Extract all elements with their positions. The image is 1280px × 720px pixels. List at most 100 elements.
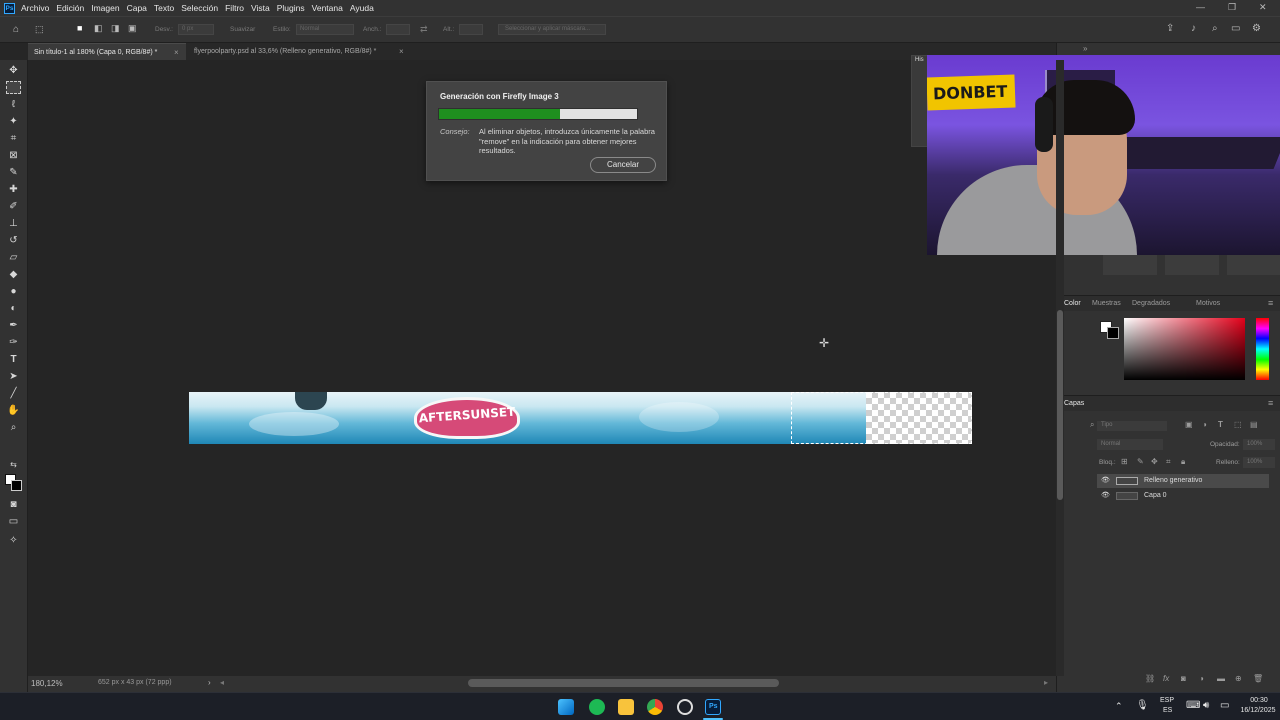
- file-explorer-icon[interactable]: [618, 699, 634, 715]
- gear-icon[interactable]: ⚙: [1252, 23, 1261, 34]
- language-top[interactable]: ESP: [1160, 697, 1174, 704]
- horizontal-scrollbar[interactable]: [468, 679, 779, 687]
- bell-icon[interactable]: ♪: [1191, 23, 1196, 34]
- lock-all-icon[interactable]: 🔒︎: [1181, 457, 1185, 467]
- type-tool-icon[interactable]: T: [6, 353, 21, 366]
- zoom-tool-icon[interactable]: ⌕: [6, 421, 21, 434]
- add-mask-icon[interactable]: ◙: [1181, 674, 1186, 683]
- microphone-icon[interactable]: 🎙︎: [1136, 700, 1149, 711]
- menu-plugins[interactable]: Plugins: [277, 3, 305, 13]
- subtract-selection-icon[interactable]: ◨: [111, 23, 120, 34]
- new-selection-icon[interactable]: ■: [77, 23, 82, 33]
- path-selection-tool-icon[interactable]: ➤: [6, 370, 21, 383]
- layer-row-relleno-generativo[interactable]: 👁︎ Relleno generativo: [1097, 474, 1269, 488]
- tab-color[interactable]: Color: [1064, 300, 1081, 307]
- windows-start-icon[interactable]: [558, 699, 574, 715]
- workspace-icon[interactable]: ▭: [1231, 23, 1240, 34]
- tab-sin-titulo[interactable]: Sin título-1 al 180% (Capa 0, RGB/8#) * …: [28, 43, 186, 60]
- hand-tool-icon[interactable]: ✋: [6, 404, 21, 417]
- scroll-thumb[interactable]: [1057, 310, 1063, 500]
- eyedropper-tool-icon[interactable]: ✎: [6, 166, 21, 179]
- cancel-button[interactable]: Cancelar: [590, 157, 656, 173]
- menu-seleccion[interactable]: Selección: [181, 3, 218, 13]
- lock-transparency-icon[interactable]: ⊞: [1121, 457, 1128, 466]
- add-selection-icon[interactable]: ◧: [94, 23, 103, 34]
- share-icon[interactable]: ⇪: [1166, 23, 1174, 34]
- clock-date[interactable]: 16/12/2025: [1238, 707, 1278, 714]
- menu-archivo[interactable]: Archivo: [21, 3, 49, 13]
- blur-tool-icon[interactable]: ●: [6, 285, 21, 298]
- home-icon[interactable]: ⌂: [13, 24, 19, 35]
- menu-texto[interactable]: Texto: [154, 3, 174, 13]
- close-window-icon[interactable]: ✕: [1259, 2, 1267, 13]
- blend-mode-select[interactable]: Normal: [1097, 439, 1163, 450]
- menu-capa[interactable]: Capa: [127, 3, 147, 13]
- search-icon[interactable]: ⌕: [1212, 23, 1218, 34]
- panel-icon-button[interactable]: [1227, 253, 1280, 275]
- width-input[interactable]: [386, 24, 410, 35]
- swap-colors-icon[interactable]: ⇆: [6, 458, 21, 471]
- filter-image-icon[interactable]: ▣: [1185, 420, 1193, 429]
- new-group-icon[interactable]: ▬: [1217, 674, 1225, 683]
- collapse-panels-icon[interactable]: »: [1083, 44, 1087, 53]
- hue-slider[interactable]: [1256, 318, 1269, 380]
- tab-motivos[interactable]: Motivos: [1196, 300, 1220, 307]
- battery-icon[interactable]: ▭: [1220, 700, 1229, 711]
- panel-menu-icon[interactable]: ≡: [1268, 298, 1273, 308]
- filter-smart-object-icon[interactable]: ▤: [1250, 420, 1258, 429]
- photoshop-taskbar-icon[interactable]: Ps: [705, 699, 721, 715]
- history-brush-tool-icon[interactable]: ↺: [6, 234, 21, 247]
- height-input[interactable]: [459, 24, 483, 35]
- clock-time[interactable]: 00:30: [1248, 697, 1270, 704]
- tab-flyerpoolparty[interactable]: flyerpoolparty.psd al 33,6% (Relleno gen…: [188, 43, 410, 60]
- tab-degradados[interactable]: Degradados: [1132, 300, 1170, 307]
- clone-stamp-tool-icon[interactable]: ⊥: [6, 217, 21, 230]
- app-icon[interactable]: [677, 699, 693, 715]
- generative-fill-icon[interactable]: ✧: [6, 534, 21, 547]
- maximize-icon[interactable]: ❐: [1228, 2, 1236, 13]
- fill-input[interactable]: 100%: [1243, 457, 1275, 468]
- crop-tool-icon[interactable]: ⌗: [6, 132, 21, 145]
- filter-adjustment-icon[interactable]: ◑: [1202, 420, 1207, 429]
- adjustment-layer-icon[interactable]: ◑: [1199, 674, 1204, 683]
- rectangular-marquee-tool-icon[interactable]: [6, 81, 21, 94]
- eraser-tool-icon[interactable]: ▱: [6, 251, 21, 264]
- document-info[interactable]: 652 px x 43 px (72 ppp): [98, 679, 172, 686]
- close-tab-icon[interactable]: ×: [399, 43, 404, 60]
- dodge-tool-icon[interactable]: ◐: [6, 302, 21, 315]
- eye-icon[interactable]: 👁︎: [1101, 474, 1110, 488]
- chrome-icon[interactable]: [647, 699, 663, 715]
- link-layers-icon[interactable]: ⛓: [1145, 674, 1155, 683]
- lasso-tool-icon[interactable]: ℓ: [6, 98, 21, 111]
- menu-edicion[interactable]: Edición: [56, 3, 84, 13]
- marquee-tool-preset-icon[interactable]: ⬚: [35, 24, 44, 35]
- trash-icon[interactable]: 🗑︎: [1253, 674, 1263, 683]
- quick-mask-icon[interactable]: ◙: [6, 498, 21, 511]
- volume-icon[interactable]: 🔊︎: [1203, 700, 1209, 711]
- vertical-scrollbar[interactable]: [1056, 60, 1064, 676]
- line-tool-icon[interactable]: ╱: [6, 387, 21, 400]
- pen-tool-icon[interactable]: ✒: [6, 319, 21, 332]
- menu-filtro[interactable]: Filtro: [225, 3, 244, 13]
- new-layer-icon[interactable]: ⊕: [1235, 674, 1242, 683]
- spotify-icon[interactable]: [589, 699, 605, 715]
- opacity-input[interactable]: 100%: [1243, 439, 1275, 450]
- menu-ayuda[interactable]: Ayuda: [350, 3, 374, 13]
- feather-input[interactable]: 0 px: [178, 24, 214, 35]
- panel-icon-button[interactable]: [1103, 253, 1157, 275]
- pen-tool-icon[interactable]: ✑: [6, 336, 21, 349]
- history-tab[interactable]: His: [915, 57, 924, 63]
- tab-muestras[interactable]: Muestras: [1092, 300, 1121, 307]
- screen-mode-icon[interactable]: ▭: [6, 515, 21, 528]
- filter-shape-icon[interactable]: ⬚: [1234, 420, 1242, 429]
- healing-brush-tool-icon[interactable]: ✚: [6, 183, 21, 196]
- paint-bucket-tool-icon[interactable]: ◆: [6, 268, 21, 281]
- menu-ventana[interactable]: Ventana: [312, 3, 343, 13]
- layer-row-capa-0[interactable]: 👁︎ Capa 0: [1097, 489, 1269, 503]
- language-bottom[interactable]: ES: [1163, 707, 1172, 714]
- lock-position-icon[interactable]: ✥: [1151, 457, 1158, 466]
- swap-dimensions-icon[interactable]: ⇄: [420, 24, 428, 35]
- move-tool-icon[interactable]: ✥: [6, 64, 21, 77]
- tab-capas[interactable]: Capas: [1064, 400, 1084, 407]
- marquee-selection[interactable]: [791, 392, 972, 444]
